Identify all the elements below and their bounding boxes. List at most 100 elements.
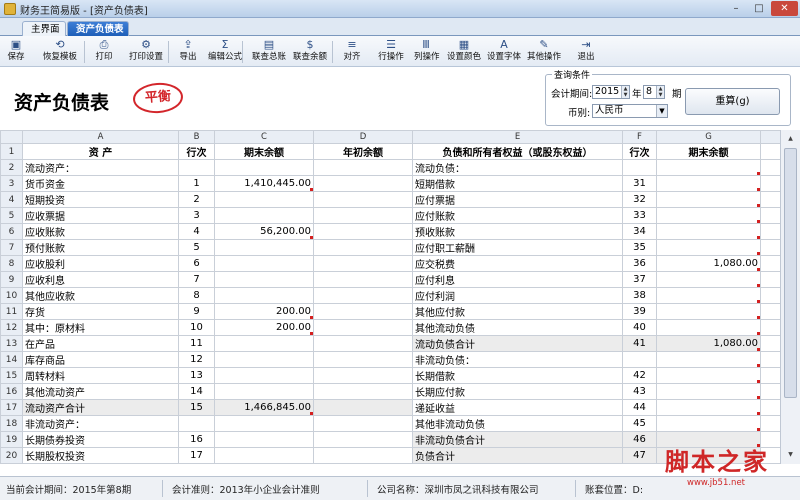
liability-line-cell[interactable]: 33 bbox=[622, 207, 657, 224]
asset-ending-balance-cell[interactable] bbox=[214, 367, 314, 384]
asset-name-cell[interactable]: 应收账款 bbox=[22, 223, 179, 240]
toolbar-button-exit[interactable]: ⇥ 退出 bbox=[574, 38, 598, 65]
asset-line-cell[interactable]: 9 bbox=[178, 303, 215, 320]
asset-line-cell[interactable]: 3 bbox=[178, 207, 215, 224]
asset-ending-balance-cell[interactable] bbox=[214, 287, 314, 304]
asset-opening-balance-cell[interactable] bbox=[313, 159, 413, 176]
asset-ending-balance-cell[interactable] bbox=[214, 383, 314, 400]
liability-ending-balance-cell[interactable] bbox=[656, 191, 761, 208]
asset-ending-balance-cell[interactable] bbox=[214, 255, 314, 272]
asset-name-cell[interactable]: 其他流动资产 bbox=[22, 383, 179, 400]
liability-line-cell[interactable]: 42 bbox=[622, 367, 657, 384]
asset-name-cell[interactable]: 存货 bbox=[22, 303, 179, 320]
asset-opening-balance-cell[interactable] bbox=[313, 191, 413, 208]
asset-name-cell[interactable]: 应收票据 bbox=[22, 207, 179, 224]
asset-name-cell[interactable]: 固定资产原价 bbox=[22, 463, 179, 464]
liability-name-cell[interactable]: 其他非流动负债 bbox=[412, 415, 623, 432]
liability-name-cell[interactable]: 短期借款 bbox=[412, 175, 623, 192]
liability-name-cell[interactable]: 其他流动负债 bbox=[412, 319, 623, 336]
liability-ending-balance-cell[interactable] bbox=[656, 207, 761, 224]
asset-line-cell[interactable]: 15 bbox=[178, 399, 215, 416]
spreadsheet-grid[interactable]: ABCDEFG1资 产行次 期末余额 年初余额 负债和所有者权益（或股东权益） 行次 期末… bbox=[0, 130, 800, 464]
liability-ending-balance-cell[interactable]: 1,080.00 bbox=[656, 255, 761, 272]
row-number[interactable]: 12 bbox=[0, 319, 23, 336]
asset-opening-balance-cell[interactable] bbox=[313, 367, 413, 384]
grid-cell[interactable] bbox=[760, 191, 781, 208]
liability-name-cell[interactable]: 应付利息 bbox=[412, 271, 623, 288]
asset-line-cell[interactable]: 4 bbox=[178, 223, 215, 240]
toolbar-button-align[interactable]: ≡ 对齐 bbox=[340, 38, 364, 65]
asset-line-cell[interactable]: 7 bbox=[178, 271, 215, 288]
column-header[interactable]: A bbox=[22, 130, 179, 144]
asset-ending-balance-cell[interactable] bbox=[214, 351, 314, 368]
grid-cell[interactable] bbox=[760, 399, 781, 416]
grid-cell[interactable] bbox=[760, 415, 781, 432]
row-number[interactable]: 18 bbox=[0, 415, 23, 432]
liability-line-cell[interactable]: 35 bbox=[622, 239, 657, 256]
asset-opening-balance-cell[interactable] bbox=[313, 463, 413, 464]
asset-name-cell[interactable]: 流动资产合计 bbox=[22, 399, 179, 416]
liability-name-cell[interactable]: 负债合计 bbox=[412, 447, 623, 464]
column-header[interactable]: E bbox=[412, 130, 623, 144]
asset-line-cell[interactable]: 8 bbox=[178, 287, 215, 304]
header-cell[interactable]: 行次 bbox=[622, 143, 657, 160]
asset-line-cell[interactable]: 2 bbox=[178, 191, 215, 208]
column-header[interactable]: D bbox=[313, 130, 413, 144]
asset-name-cell[interactable]: 长期股权投资 bbox=[22, 447, 179, 464]
maximize-button[interactable]: □ bbox=[748, 1, 770, 16]
liability-name-cell[interactable]: 长期借款 bbox=[412, 367, 623, 384]
liability-line-cell[interactable] bbox=[622, 351, 657, 368]
asset-name-cell[interactable]: 预付账款 bbox=[22, 239, 179, 256]
asset-name-cell[interactable]: 货币资金 bbox=[22, 175, 179, 192]
column-header[interactable]: G bbox=[656, 130, 761, 144]
asset-ending-balance-cell[interactable] bbox=[214, 239, 314, 256]
asset-line-cell[interactable]: 11 bbox=[178, 335, 215, 352]
grid-cell[interactable] bbox=[760, 223, 781, 240]
asset-opening-balance-cell[interactable] bbox=[313, 415, 413, 432]
row-number[interactable]: 20 bbox=[0, 447, 23, 464]
asset-opening-balance-cell[interactable] bbox=[313, 271, 413, 288]
asset-ending-balance-cell[interactable]: 200.00 bbox=[214, 303, 314, 320]
liability-line-cell[interactable]: 45 bbox=[622, 415, 657, 432]
asset-opening-balance-cell[interactable] bbox=[313, 255, 413, 272]
liability-name-cell[interactable]: 流动负债： bbox=[412, 159, 623, 176]
row-number[interactable]: 4 bbox=[0, 191, 23, 208]
asset-name-cell[interactable]: 其中：原材料 bbox=[22, 319, 179, 336]
liability-ending-balance-cell[interactable] bbox=[656, 399, 761, 416]
asset-name-cell[interactable]: 应收利息 bbox=[22, 271, 179, 288]
asset-ending-balance-cell[interactable] bbox=[214, 191, 314, 208]
asset-ending-balance-cell[interactable] bbox=[214, 431, 314, 448]
asset-line-cell[interactable]: 5 bbox=[178, 239, 215, 256]
asset-line-cell[interactable]: 6 bbox=[178, 255, 215, 272]
grid-cell[interactable] bbox=[760, 255, 781, 272]
liability-ending-balance-cell[interactable] bbox=[656, 175, 761, 192]
liability-ending-balance-cell[interactable] bbox=[656, 383, 761, 400]
liability-name-cell[interactable]: 非流动负债： bbox=[412, 351, 623, 368]
chevron-down-icon[interactable]: ▼ bbox=[656, 105, 667, 117]
header-cell[interactable]: 负债和所有者权益（或股东权益） bbox=[412, 143, 623, 160]
toolbar-button-color[interactable]: ▦ 设置颜色 bbox=[446, 38, 482, 65]
grid-cell[interactable] bbox=[760, 287, 781, 304]
grid-cell[interactable] bbox=[760, 175, 781, 192]
asset-opening-balance-cell[interactable] bbox=[313, 319, 413, 336]
asset-ending-balance-cell[interactable] bbox=[214, 447, 314, 464]
asset-line-cell[interactable] bbox=[178, 415, 215, 432]
liability-name-cell[interactable]: 应付利润 bbox=[412, 287, 623, 304]
close-button[interactable]: ✕ bbox=[771, 1, 798, 16]
year-spinner[interactable]: 2015 ▲ ▼ bbox=[592, 85, 630, 99]
liability-line-cell[interactable] bbox=[622, 159, 657, 176]
row-number[interactable]: 6 bbox=[0, 223, 23, 240]
asset-ending-balance-cell[interactable]: 200.00 bbox=[214, 319, 314, 336]
liability-line-cell[interactable]: 31 bbox=[622, 175, 657, 192]
asset-ending-balance-cell[interactable] bbox=[214, 415, 314, 432]
vertical-scrollbar[interactable]: ▲ ▼ bbox=[780, 130, 800, 464]
tab-balance-sheet[interactable]: 资产负债表 bbox=[67, 21, 129, 36]
toolbar-button-print[interactable]: ⎙ 打印 bbox=[92, 38, 116, 65]
recalculate-button[interactable]: 重算(g) bbox=[685, 88, 780, 115]
liability-ending-balance-cell[interactable]: 1,080.00 bbox=[656, 335, 761, 352]
scrollbar-thumb[interactable] bbox=[784, 148, 797, 398]
header-cell[interactable]: 期末余额 bbox=[214, 143, 314, 160]
asset-ending-balance-cell[interactable]: 56,200.00 bbox=[214, 223, 314, 240]
asset-line-cell[interactable]: 17 bbox=[178, 447, 215, 464]
asset-name-cell[interactable]: 长期债券投资 bbox=[22, 431, 179, 448]
